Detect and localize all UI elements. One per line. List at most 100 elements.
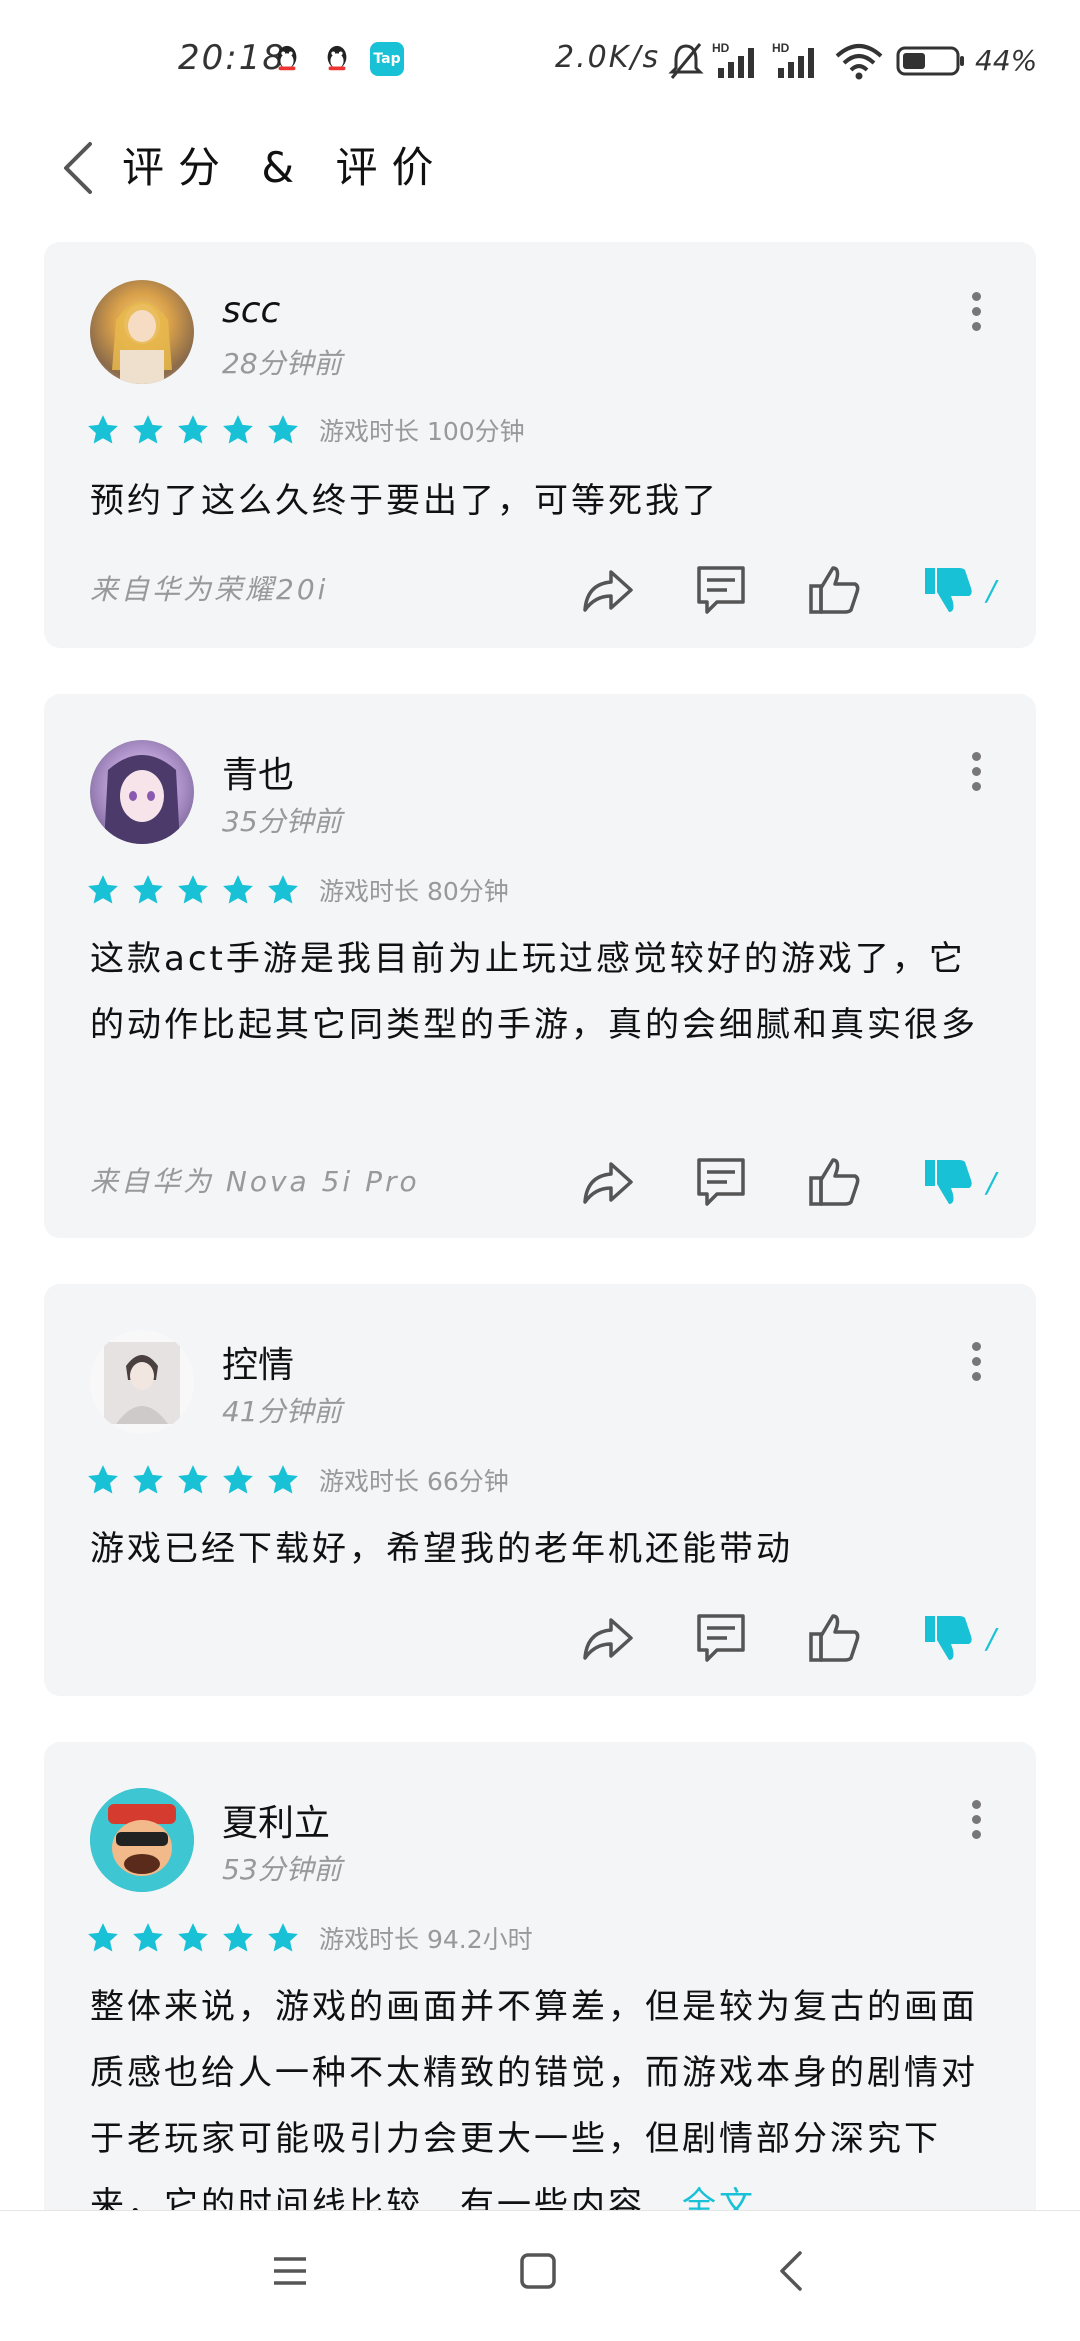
- star-icon: [178, 415, 208, 444]
- avatar[interactable]: [90, 740, 194, 844]
- review-card: 夏利立 53分钟前 游戏时长 94.2小时 整体来说，游戏的画面并不算差，但是较…: [44, 1742, 1036, 2262]
- review-time: 53分钟前: [222, 1853, 342, 1886]
- home-icon[interactable]: [518, 2251, 558, 2291]
- star-icon: [178, 1923, 208, 1952]
- star-icon: [178, 1465, 208, 1494]
- star-icon: [223, 415, 253, 444]
- avatar-image: [112, 302, 172, 384]
- star-icon: [88, 1465, 118, 1494]
- thumbs-down-icon: [924, 1160, 972, 1204]
- dislike-count: /: [986, 1621, 996, 1655]
- comment-button[interactable]: [691, 560, 751, 620]
- qq-icon: [327, 45, 347, 71]
- dislike-count: /: [986, 573, 996, 607]
- star-icon: [268, 1923, 298, 1952]
- back-arrow-icon[interactable]: [58, 138, 98, 198]
- avatar-image: [104, 1342, 180, 1424]
- comment-icon: [696, 1614, 745, 1662]
- taptap-icon: Tap: [370, 42, 404, 76]
- star-icon: [223, 1923, 253, 1952]
- comment-icon: [696, 566, 745, 614]
- star-icon: [178, 875, 208, 904]
- review-time: 35分钟前: [222, 805, 342, 838]
- star-icon: [268, 875, 298, 904]
- system-nav-bar: [0, 2210, 1080, 2341]
- device-info: 来自华为 Nova 5i Pro: [90, 1165, 420, 1198]
- review-content[interactable]: 整体来说，游戏的画面并不算差，但是较为复古的画面质感也给人一种不太精致的错觉，而…: [90, 1974, 990, 2238]
- review-time: 28分钟前: [222, 347, 342, 380]
- star-icon: [88, 875, 118, 904]
- review-card: scc 28分钟前 游戏时长 100分钟 预约了这么久终于要出了，可等死我了 来…: [44, 242, 1036, 648]
- svg-text:HD: HD: [712, 41, 730, 55]
- back-icon[interactable]: [772, 2249, 812, 2293]
- username[interactable]: 控情: [222, 1336, 294, 1388]
- dislike-button[interactable]: /: [919, 560, 996, 620]
- star-icon: [223, 1465, 253, 1494]
- comment-button[interactable]: [691, 1608, 751, 1668]
- like-button[interactable]: [805, 1608, 865, 1668]
- svg-text:HD: HD: [772, 41, 790, 55]
- share-icon: [582, 570, 633, 612]
- share-icon: [582, 1618, 633, 1660]
- dislike-button[interactable]: /: [919, 1152, 996, 1212]
- share-button[interactable]: [577, 1608, 637, 1668]
- playtime: 游戏时长 94.2小时: [319, 1925, 533, 1954]
- avatar[interactable]: [90, 280, 194, 384]
- page-title: 评分 & 评价: [122, 143, 448, 192]
- share-button[interactable]: [577, 1152, 637, 1212]
- rating-stars: 游戏时长 100分钟: [86, 410, 525, 450]
- star-icon: [133, 415, 163, 444]
- battery-level: 44%: [975, 44, 1038, 77]
- review-actions: /: [523, 1152, 996, 1212]
- battery-icon: [896, 46, 964, 76]
- signal-icon: HD: [712, 41, 754, 78]
- comment-button[interactable]: [691, 1152, 751, 1212]
- thumbs-down-icon: [924, 568, 972, 612]
- avatar[interactable]: [90, 1330, 194, 1434]
- review-time: 41分钟前: [222, 1395, 342, 1428]
- more-options-icon[interactable]: [970, 1800, 982, 1840]
- review-text: 整体来说，游戏的画面并不算差，但是较为复古的画面质感也给人一种不太精致的错觉，而…: [90, 1987, 978, 2225]
- like-button[interactable]: [805, 560, 865, 620]
- qq-icon: [277, 45, 297, 71]
- dislike-count: /: [986, 1165, 996, 1199]
- username[interactable]: 青也: [222, 746, 294, 798]
- review-content[interactable]: 游戏已经下载好，希望我的老年机还能带动: [90, 1516, 990, 1582]
- star-icon: [268, 1465, 298, 1494]
- star-icon: [268, 415, 298, 444]
- more-options-icon[interactable]: [970, 1342, 982, 1382]
- review-actions: /: [523, 1608, 996, 1668]
- avatar-image: [104, 755, 180, 844]
- more-options-icon[interactable]: [970, 752, 982, 792]
- comment-icon: [696, 1158, 745, 1206]
- username[interactable]: scc: [222, 290, 280, 331]
- thumbs-up-icon: [808, 566, 859, 614]
- username[interactable]: 夏利立: [222, 1794, 330, 1846]
- share-icon: [582, 1162, 633, 1204]
- avatar-image: [90, 1788, 194, 1892]
- star-icon: [88, 415, 118, 444]
- signal-icon: HD: [772, 41, 814, 78]
- share-button[interactable]: [577, 560, 637, 620]
- mute-icon: [668, 43, 704, 79]
- menu-icon[interactable]: [270, 2251, 310, 2291]
- review-card: 控情 41分钟前 游戏时长 66分钟 游戏已经下载好，希望我的老年机还能带动 /: [44, 1284, 1036, 1696]
- review-actions: /: [523, 560, 996, 620]
- thumbs-up-icon: [808, 1158, 859, 1206]
- star-icon: [133, 875, 163, 904]
- clock: 20:18: [178, 38, 286, 78]
- avatar[interactable]: [90, 1788, 194, 1892]
- review-content[interactable]: 这款act手游是我目前为止玩过感觉较好的游戏了，它的动作比起其它同类型的手游，真…: [90, 926, 990, 1058]
- thumbs-up-icon: [808, 1614, 859, 1662]
- status-bar: 20:18 Tap 2.0K/s HD HD 44%: [0, 0, 1080, 120]
- star-icon: [133, 1465, 163, 1494]
- star-icon: [223, 875, 253, 904]
- wifi-icon: [835, 44, 883, 80]
- network-speed: 2.0K/s: [555, 40, 661, 75]
- dislike-button[interactable]: /: [919, 1608, 996, 1668]
- review-card: 青也 35分钟前 游戏时长 80分钟 这款act手游是我目前为止玩过感觉较好的游…: [44, 694, 1036, 1238]
- more-options-icon[interactable]: [970, 292, 982, 332]
- review-content[interactable]: 预约了这么久终于要出了，可等死我了: [90, 468, 990, 534]
- like-button[interactable]: [805, 1152, 865, 1212]
- star-icon: [88, 1923, 118, 1952]
